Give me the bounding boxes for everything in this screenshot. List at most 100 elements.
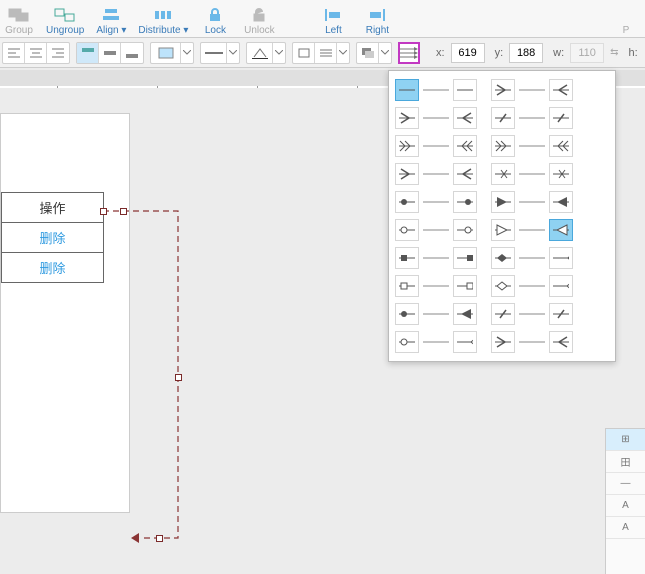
x-input[interactable] xyxy=(451,43,485,63)
arrow-end-open[interactable] xyxy=(491,79,515,101)
arrow-style-row xyxy=(491,107,573,129)
fill-color-picker[interactable] xyxy=(150,42,194,64)
arrow-end-odia[interactable] xyxy=(491,275,515,297)
arrow-end-tri[interactable] xyxy=(453,303,477,325)
snap-left-icon xyxy=(324,6,342,24)
y-input[interactable] xyxy=(509,43,543,63)
arrow-end-otri[interactable] xyxy=(549,219,573,241)
arrow-style-row xyxy=(491,303,573,325)
arrow-end-odia[interactable] xyxy=(549,275,573,297)
table-shape[interactable]: 操作 删除 删除 xyxy=(1,192,104,283)
arrow-end-osq[interactable] xyxy=(395,275,419,297)
side-item[interactable]: A xyxy=(606,495,645,517)
valign-middle-button[interactable] xyxy=(99,43,121,63)
align-left-button[interactable] xyxy=(3,43,25,63)
format-toolbar: x: y: w: ⇆ h: xyxy=(0,38,645,68)
valign-bottom-button[interactable] xyxy=(121,43,143,63)
shadow-picker[interactable] xyxy=(356,42,392,64)
arrow-end-dia[interactable] xyxy=(491,247,515,269)
arrow-end-open[interactable] xyxy=(395,163,419,185)
unlock-button[interactable]: Unlock xyxy=(242,0,276,36)
handle[interactable] xyxy=(100,208,107,215)
arrow-end-dot[interactable] xyxy=(395,303,419,325)
arrow-end-open[interactable] xyxy=(549,331,573,353)
side-item[interactable]: A xyxy=(606,517,645,539)
text-align-group xyxy=(2,42,70,64)
arrow-style-row xyxy=(491,247,573,269)
arrow-style-row xyxy=(395,275,477,297)
arrow-end-osq[interactable] xyxy=(453,275,477,297)
p-button[interactable]: P xyxy=(609,0,643,36)
snap-right-icon xyxy=(368,6,386,24)
align-center-button[interactable] xyxy=(25,43,47,63)
arrow-style-button[interactable] xyxy=(398,42,420,64)
lock-button[interactable]: Lock xyxy=(198,0,232,36)
arrow-line-icon xyxy=(421,338,451,346)
arrow-end-dia[interactable] xyxy=(549,247,573,269)
arrow-style-row xyxy=(395,219,477,241)
line-style-picker[interactable] xyxy=(200,42,240,64)
side-item[interactable]: ⊞ xyxy=(606,429,645,451)
arrow-end-dopen[interactable] xyxy=(395,135,419,157)
arrow-end-sq[interactable] xyxy=(453,247,477,269)
distribute-menu[interactable]: Distribute ▾ xyxy=(138,0,188,36)
arrow-end-slash[interactable] xyxy=(491,303,515,325)
link-dim-icon[interactable]: ⇆ xyxy=(610,47,618,58)
arrow-end-odot[interactable] xyxy=(395,219,419,241)
arrow-end-otri[interactable] xyxy=(491,219,515,241)
table-header: 操作 xyxy=(2,193,104,223)
valign-top-button[interactable] xyxy=(77,43,99,63)
arrow-end-odia[interactable] xyxy=(453,331,477,353)
align-menu[interactable]: Align ▾ xyxy=(94,0,128,36)
arrow-end-open[interactable] xyxy=(453,107,477,129)
side-item[interactable]: 田 xyxy=(606,451,645,473)
table-row[interactable]: 删除 xyxy=(2,223,104,253)
distribute-icon xyxy=(154,6,172,24)
snap-right-button[interactable]: Right xyxy=(360,0,394,36)
arrow-end-open[interactable] xyxy=(549,79,573,101)
arrow-end-slash[interactable] xyxy=(549,303,573,325)
arrow-end-dopen[interactable] xyxy=(549,135,573,157)
arrow-style-row xyxy=(491,79,573,101)
border-style-group xyxy=(292,42,350,64)
arrow-end-odot[interactable] xyxy=(453,219,477,241)
border-1[interactable] xyxy=(293,43,315,63)
arrow-end-dot[interactable] xyxy=(453,191,477,213)
group-button[interactable]: Group xyxy=(2,0,36,36)
arrow-end-slash[interactable] xyxy=(549,107,573,129)
ungroup-button[interactable]: Ungroup xyxy=(46,0,84,36)
table-row[interactable]: 删除 xyxy=(2,253,104,283)
arrow-end-sq[interactable] xyxy=(395,247,419,269)
arrow-end-cross[interactable] xyxy=(491,163,515,185)
arrow-end-dot[interactable] xyxy=(395,191,419,213)
handle[interactable] xyxy=(175,374,182,381)
arrow-line-icon xyxy=(517,226,547,234)
arrow-end-none[interactable] xyxy=(453,79,477,101)
arrow-end-none[interactable] xyxy=(395,79,419,101)
arrow-end-tri[interactable] xyxy=(491,191,515,213)
arrow-end-dopen[interactable] xyxy=(453,135,477,157)
arrow-end-tri[interactable] xyxy=(549,191,573,213)
handle[interactable] xyxy=(156,535,163,542)
border-2[interactable] xyxy=(315,43,337,63)
arrow-end-dopen[interactable] xyxy=(491,135,515,157)
line-color-picker[interactable] xyxy=(246,42,286,64)
align-right-button[interactable] xyxy=(47,43,69,63)
arrow-end-slash[interactable] xyxy=(491,107,515,129)
page[interactable]: 操作 删除 删除 xyxy=(0,113,130,513)
arrow-line-icon xyxy=(517,170,547,178)
side-item[interactable]: — xyxy=(606,473,645,495)
arrow-end-open[interactable] xyxy=(395,107,419,129)
arrow-style-row xyxy=(395,191,477,213)
arrow-end-open[interactable] xyxy=(453,163,477,185)
arrow-style-row xyxy=(395,79,477,101)
arrow-end-odot[interactable] xyxy=(395,331,419,353)
arrow-line-icon xyxy=(517,310,547,318)
arrow-end-open[interactable] xyxy=(491,331,515,353)
snap-left-button[interactable]: Left xyxy=(316,0,350,36)
handle[interactable] xyxy=(120,208,127,215)
arrow-style-row xyxy=(395,135,477,157)
arrow-end-cross[interactable] xyxy=(549,163,573,185)
arrow-line-icon xyxy=(421,114,451,122)
connector-end-arrow[interactable] xyxy=(131,533,139,543)
